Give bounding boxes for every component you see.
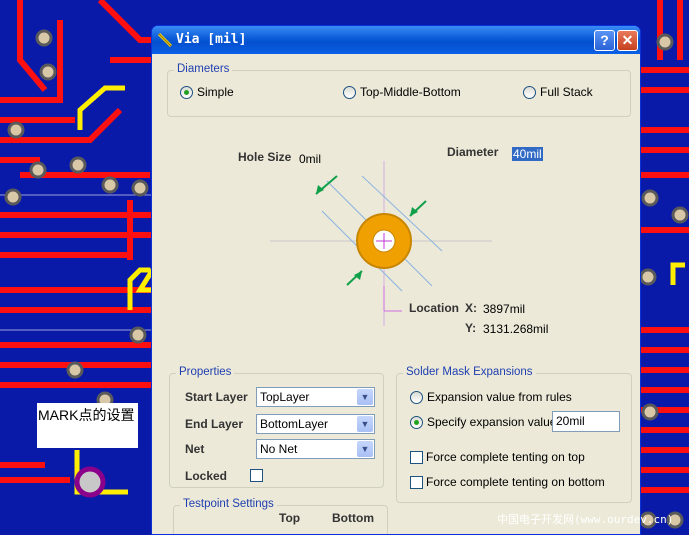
locked-checkbox[interactable] — [250, 469, 263, 482]
close-button[interactable]: ✕ — [617, 30, 638, 51]
net-select[interactable]: No Net ▼ — [256, 439, 375, 459]
expansion-value-input[interactable]: 20mil — [552, 411, 620, 432]
radio-tmb-label: Top-Middle-Bottom — [360, 85, 461, 99]
diameters-group: Diameters Simple Top-Middle-Bottom Full … — [167, 63, 631, 117]
net-label: Net — [185, 442, 205, 456]
location-label: Location — [409, 301, 459, 315]
diameters-title: Diameters — [174, 63, 233, 75]
title-bar[interactable]: Via [mil] ? ✕ — [152, 26, 640, 54]
via-dialog: Via [mil] ? ✕ Diameters Simple Top-Middl… — [151, 25, 641, 535]
diameter-value[interactable]: 40mil — [512, 147, 543, 161]
start-layer-value: TopLayer — [260, 390, 310, 404]
hole-size-value[interactable]: 0mil — [299, 152, 321, 166]
tent-top-label: Force complete tenting on top — [426, 450, 585, 464]
hole-size-label: Hole Size — [238, 150, 292, 164]
watermark: 中国电子开发网(www.ourdev.cn) — [497, 513, 674, 526]
radio-circle — [180, 85, 193, 99]
properties-title: Properties — [176, 366, 235, 378]
radio-simple[interactable]: Simple — [180, 85, 234, 99]
chevron-down-icon: ▼ — [357, 416, 373, 432]
mark-point — [74, 466, 106, 498]
testpoint-col-bottom: Bottom — [332, 511, 374, 525]
expansion-value-text: 20mil — [556, 414, 585, 428]
net-value: No Net — [260, 442, 298, 456]
radio-top-middle-bottom[interactable]: Top-Middle-Bottom — [343, 85, 461, 99]
chevron-down-icon: ▼ — [357, 389, 373, 405]
y-value[interactable]: 3131.268mil — [483, 322, 548, 336]
radio-specify-expansion[interactable]: Specify expansion value — [410, 415, 556, 429]
tent-bottom-checkbox[interactable] — [410, 476, 423, 489]
end-layer-select[interactable]: BottomLayer ▼ — [256, 414, 375, 434]
radio-full-stack[interactable]: Full Stack — [523, 85, 593, 99]
testpoint-col-top: Top — [279, 511, 301, 525]
tent-bottom-label: Force complete tenting on bottom — [426, 475, 605, 489]
start-layer-label: Start Layer — [185, 390, 248, 404]
x-value[interactable]: 3897mil — [483, 302, 525, 316]
tent-top-checkbox[interactable] — [410, 451, 423, 464]
end-layer-value: BottomLayer — [260, 417, 329, 431]
chevron-down-icon: ▼ — [357, 441, 373, 457]
radio-expansion-from-rules[interactable]: Expansion value from rules — [410, 390, 572, 404]
locked-label: Locked — [185, 469, 228, 483]
radio-full-stack-label: Full Stack — [540, 85, 593, 99]
via-icon — [158, 32, 173, 48]
radio-simple-label: Simple — [197, 85, 234, 99]
specify-expansion-label: Specify expansion value — [427, 415, 557, 429]
mark-annotation: MARK点的设置 — [37, 403, 138, 448]
radio-circle — [523, 85, 536, 99]
diameter-label: Diameter — [447, 145, 499, 159]
solder-mask-title: Solder Mask Expansions — [403, 366, 536, 378]
radio-circle — [410, 415, 423, 429]
end-layer-label: End Layer — [185, 417, 244, 431]
start-layer-select[interactable]: TopLayer ▼ — [256, 387, 375, 407]
testpoint-title: Testpoint Settings — [180, 498, 277, 510]
y-label: Y: — [465, 321, 477, 335]
window-title: Via [mil] — [176, 32, 247, 47]
x-label: X: — [465, 301, 477, 315]
radio-circle — [410, 390, 423, 404]
expansion-from-rules-label: Expansion value from rules — [427, 390, 572, 404]
help-button[interactable]: ? — [594, 30, 615, 51]
radio-circle — [343, 85, 356, 99]
